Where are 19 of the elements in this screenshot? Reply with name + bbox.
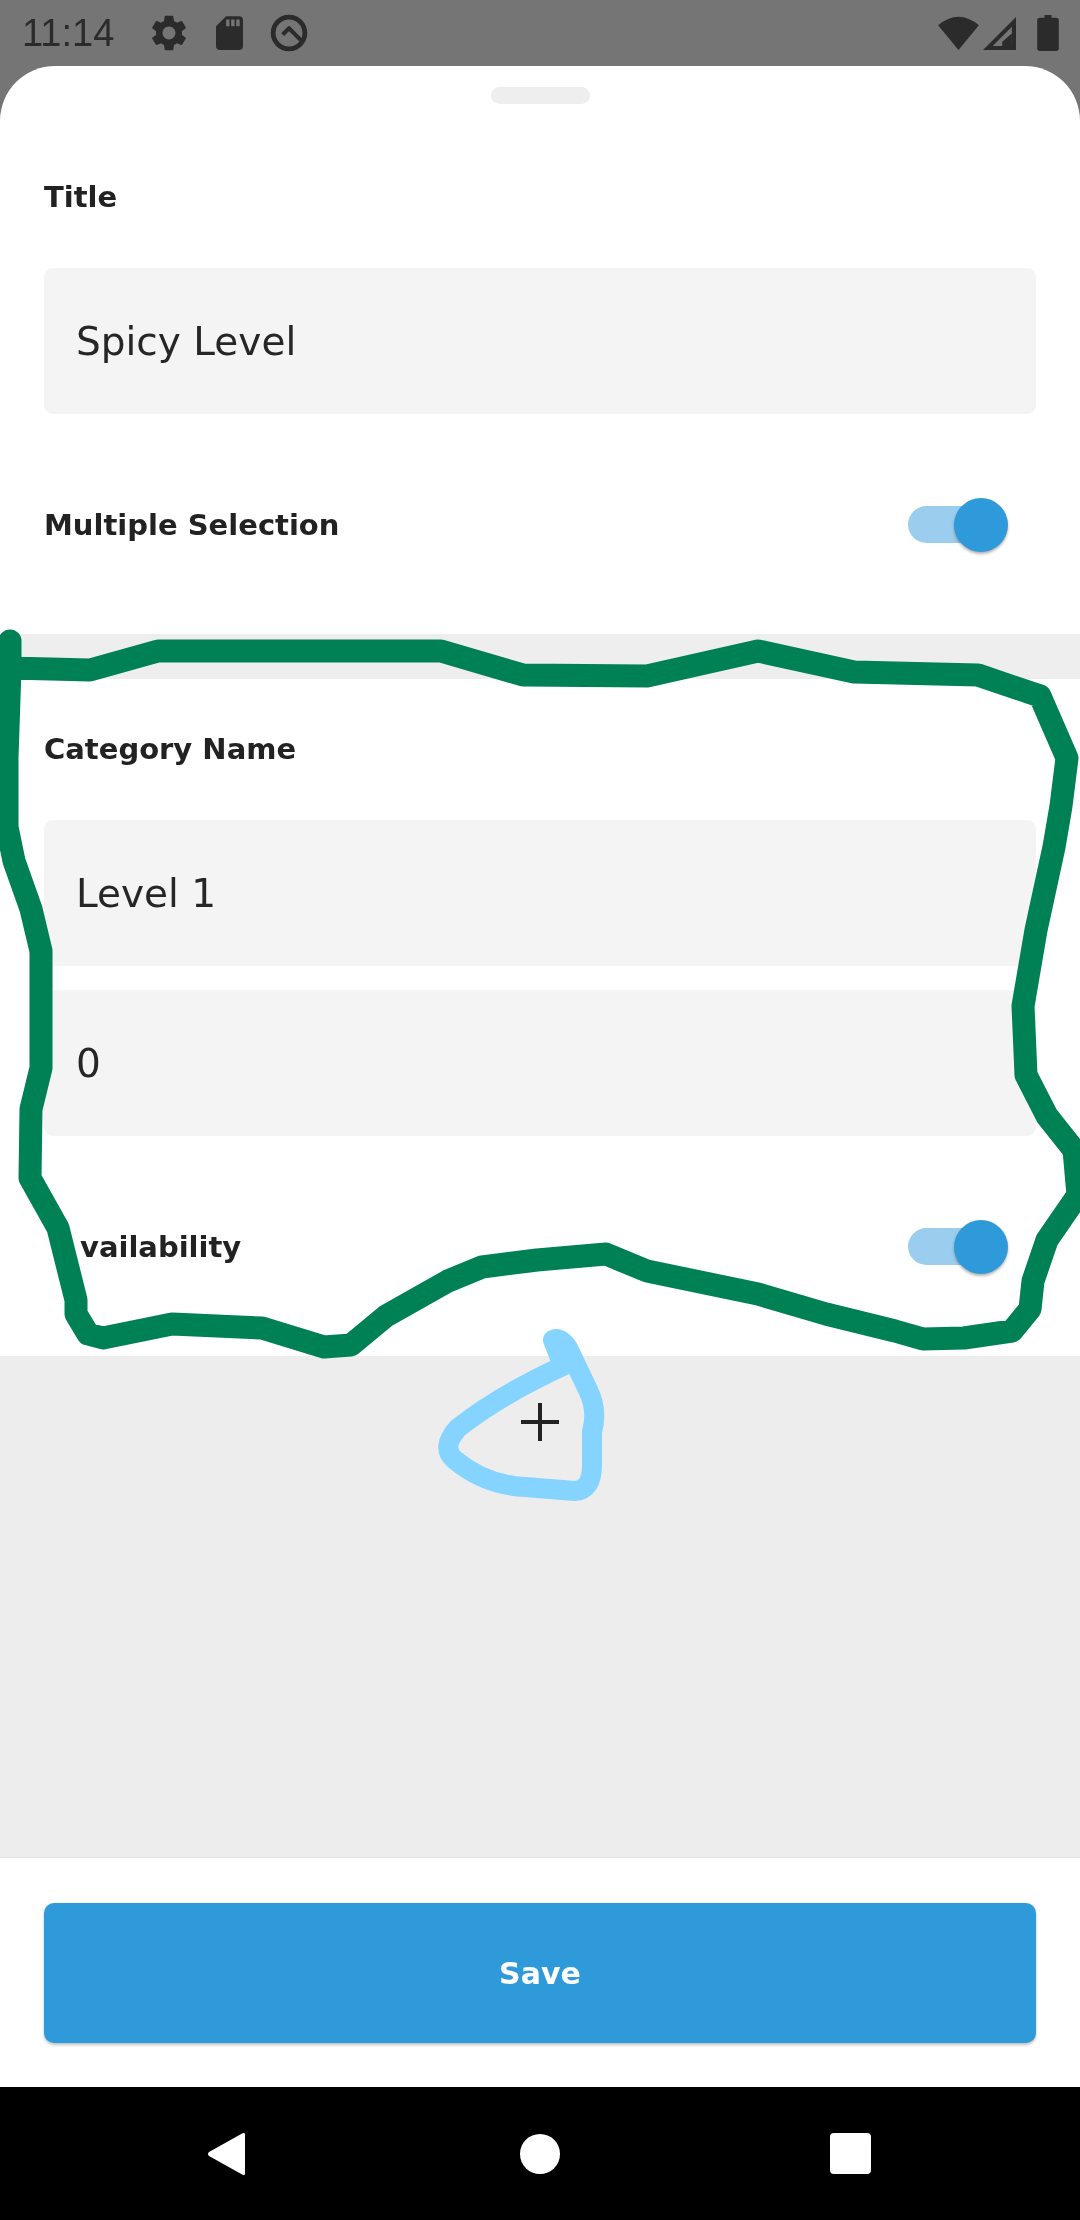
signal-icon — [983, 16, 1016, 50]
toggle-switch[interactable] — [908, 497, 1008, 553]
wifi-icon — [938, 16, 979, 50]
status-time: 11:14 — [22, 11, 115, 55]
gear-icon — [152, 15, 187, 51]
sd-card-icon — [216, 16, 244, 50]
text-field[interactable]: Level 1 — [44, 820, 1036, 966]
plus-icon — [521, 1403, 559, 1441]
text-field[interactable]: 0 — [44, 990, 1036, 1136]
circle-q-icon — [270, 14, 309, 52]
battery-icon — [1037, 15, 1059, 51]
switch-label: Multiple Selection — [44, 507, 340, 544]
toggle-switch[interactable] — [908, 1219, 1008, 1275]
home-icon[interactable] — [520, 2133, 560, 2174]
field-label: Title — [44, 179, 118, 216]
switch-label: vailability — [80, 1229, 242, 1266]
back-icon[interactable] — [207, 2131, 245, 2176]
field-label: Category Name — [44, 731, 297, 768]
text-field[interactable]: Spicy Level — [44, 268, 1036, 414]
